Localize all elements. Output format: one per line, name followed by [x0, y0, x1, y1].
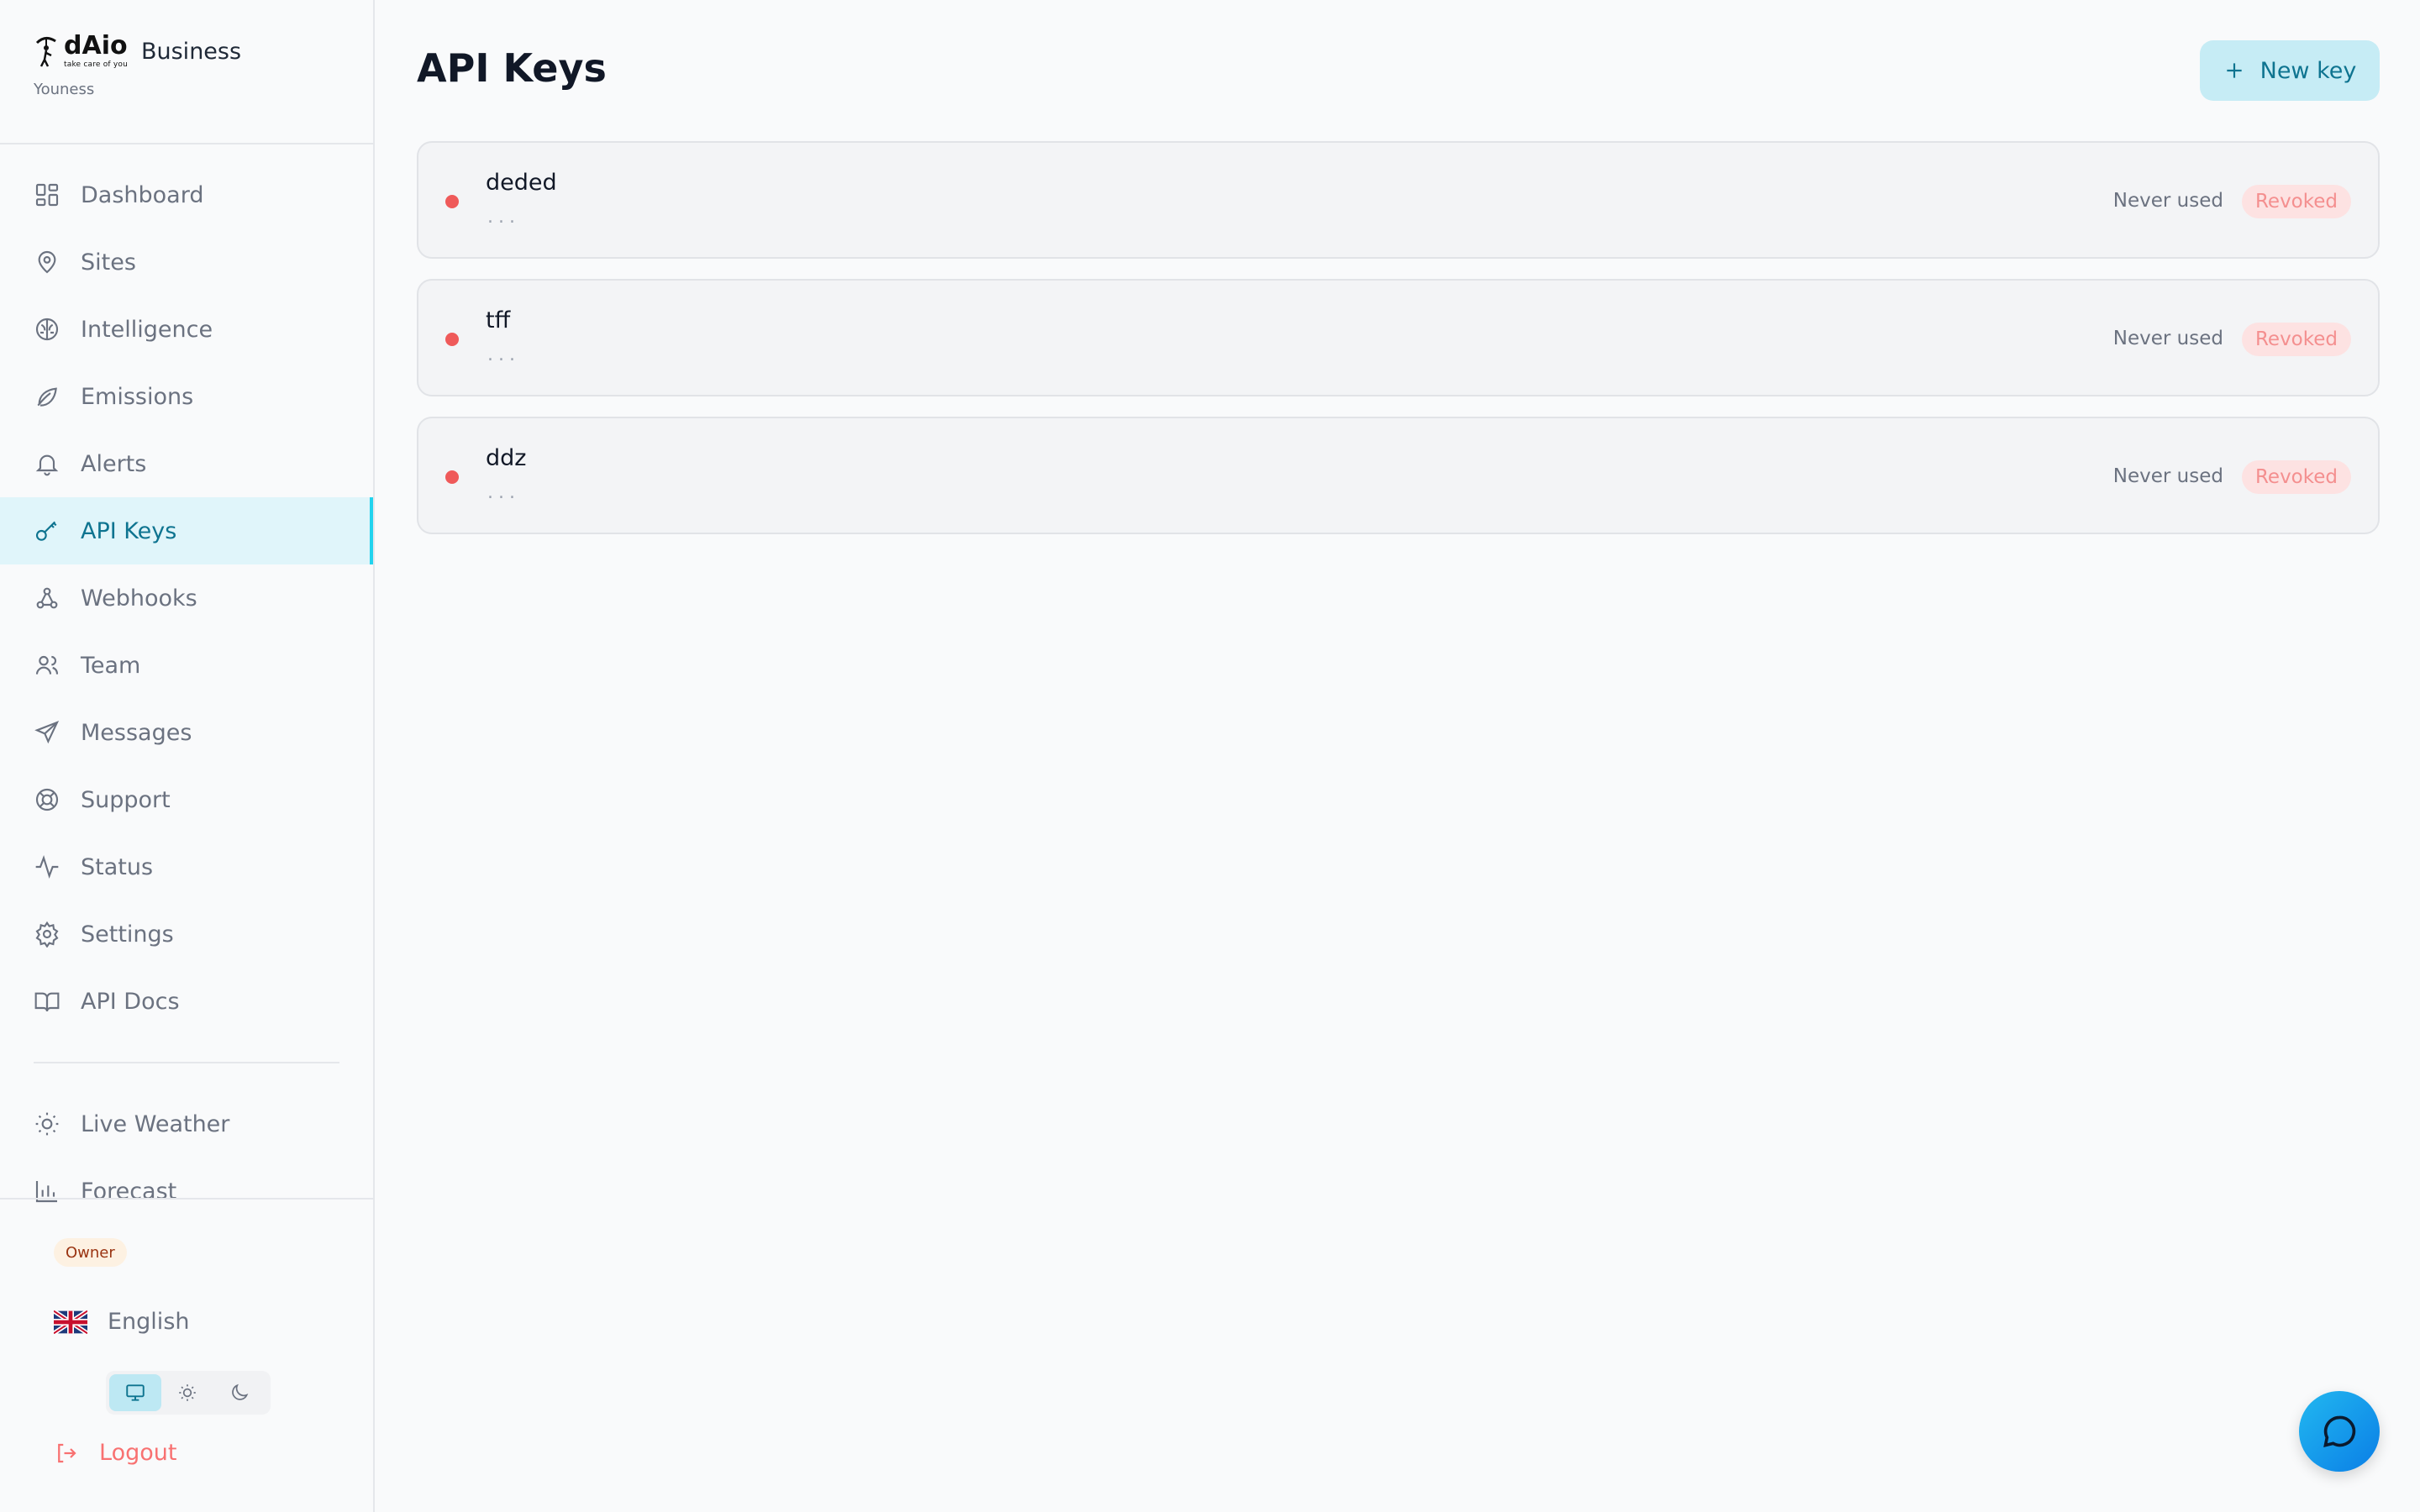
leaf-icon [34, 383, 60, 410]
sidebar-item-label: Support [81, 786, 171, 813]
sidebar-item-dashboard[interactable]: Dashboard [0, 161, 373, 228]
users-icon [34, 652, 60, 679]
sidebar-item-label: Status [81, 853, 154, 880]
sidebar: dAio take care of you Business Youness D… [0, 0, 375, 1512]
sidebar-item-label: Intelligence [81, 316, 213, 343]
bell-icon [34, 450, 60, 477]
brand: dAio take care of you Business Youness [34, 34, 242, 99]
sidebar-item-live-weather[interactable]: Live Weather [0, 1090, 373, 1158]
bar-chart-icon [34, 1178, 60, 1205]
role-badge: Owner [54, 1238, 127, 1267]
logout-icon [58, 1443, 76, 1462]
api-key-last-used: Never used [2112, 190, 2223, 212]
chat-bubble-icon [2323, 1415, 2356, 1447]
api-key-list: deded ... Never used Revoked tff ... Nev… [417, 141, 2380, 554]
new-key-label: New key [2260, 57, 2357, 84]
page-title: API Keys [417, 45, 607, 91]
uk-flag-icon [54, 1310, 87, 1334]
language-selector[interactable]: English [54, 1309, 190, 1335]
gear-icon [34, 921, 60, 948]
status-dot [445, 470, 459, 484]
logo-text: dAio [64, 31, 128, 60]
dashboard-icon [34, 181, 60, 208]
api-key-mask: ... [487, 482, 520, 503]
status-badge: Revoked [2241, 323, 2351, 356]
api-key-last-used: Never used [2112, 465, 2223, 487]
send-icon [34, 719, 60, 746]
theme-light-button[interactable] [161, 1374, 213, 1411]
status-badge: Revoked [2241, 185, 2351, 218]
sidebar-item-label: Dashboard [81, 181, 204, 208]
plus-icon [2226, 63, 2242, 78]
product-name: Business [140, 38, 242, 65]
umbrella-person-icon [35, 37, 56, 67]
sidebar-item-label: Settings [81, 921, 174, 948]
api-key-mask: ... [487, 207, 520, 228]
sidebar-item-emissions[interactable]: Emissions [0, 363, 373, 430]
api-key-mask: ... [487, 344, 520, 365]
life-buoy-icon [34, 786, 60, 813]
sidebar-item-forecast[interactable]: Forecast [0, 1158, 373, 1225]
api-key-name: tff [486, 307, 511, 333]
logout-label: Logout [99, 1440, 177, 1466]
divider [34, 1062, 339, 1063]
sidebar-item-webhooks[interactable]: Webhooks [0, 564, 373, 632]
sidebar-item-intelligence[interactable]: Intelligence [0, 296, 373, 363]
sidebar-item-status[interactable]: Status [0, 833, 373, 900]
language-label: English [108, 1309, 190, 1335]
sidebar-item-api-keys[interactable]: API Keys [0, 497, 373, 564]
theme-dark-button[interactable] [213, 1374, 266, 1411]
sidebar-item-settings[interactable]: Settings [0, 900, 373, 968]
sidebar-item-label: Team [81, 652, 141, 679]
logo-tagline: take care of you [64, 60, 128, 69]
new-key-button[interactable]: New key [2200, 40, 2380, 101]
book-icon [34, 988, 60, 1015]
sidebar-item-label: API Docs [81, 988, 180, 1015]
sun-icon [34, 1110, 60, 1137]
sidebar-item-label: Sites [81, 249, 136, 276]
api-key-last-used: Never used [2112, 328, 2223, 349]
map-pin-icon [34, 249, 60, 276]
sidebar-item-label: Emissions [81, 383, 194, 410]
chat-button[interactable] [2299, 1391, 2380, 1472]
status-dot [445, 333, 459, 346]
api-key-card[interactable]: ddz ... Never used Revoked [417, 417, 2380, 534]
api-key-card[interactable]: deded ... Never used Revoked [417, 141, 2380, 259]
sidebar-item-alerts[interactable]: Alerts [0, 430, 373, 497]
sidebar-item-label: Messages [81, 719, 192, 746]
sun-icon [179, 1384, 196, 1401]
daio-logo[interactable]: dAio take care of you [34, 34, 128, 69]
moon-icon [232, 1383, 249, 1400]
sidebar-item-label: Alerts [81, 450, 147, 477]
sidebar-item-api-docs[interactable]: API Docs [0, 968, 373, 1035]
sidebar-item-label: Webhooks [81, 585, 197, 612]
logout-button[interactable]: Logout [54, 1440, 176, 1466]
webhook-icon [34, 585, 60, 612]
sidebar-nav: Dashboard Sites Intelligence Emissions A… [0, 161, 373, 1225]
sidebar-item-support[interactable]: Support [0, 766, 373, 833]
api-key-card[interactable]: tff ... Never used Revoked [417, 279, 2380, 396]
divider [0, 143, 373, 144]
api-key-name: ddz [486, 445, 527, 471]
theme-switch [106, 1371, 271, 1415]
brain-icon [34, 316, 60, 343]
status-badge: Revoked [2241, 460, 2351, 494]
sidebar-item-label: Forecast [81, 1178, 177, 1205]
sidebar-item-messages[interactable]: Messages [0, 699, 373, 766]
api-key-name: deded [486, 170, 557, 196]
sidebar-item-label: API Keys [81, 517, 177, 544]
monitor-icon [126, 1384, 145, 1401]
sidebar-item-team[interactable]: Team [0, 632, 373, 699]
divider [0, 1198, 373, 1200]
sidebar-item-label: Live Weather [81, 1110, 230, 1137]
activity-icon [34, 853, 60, 880]
theme-system-button[interactable] [109, 1374, 161, 1411]
sidebar-item-sites[interactable]: Sites [0, 228, 373, 296]
account-name: Youness [34, 81, 95, 98]
status-dot [445, 195, 459, 208]
key-icon [34, 517, 60, 544]
